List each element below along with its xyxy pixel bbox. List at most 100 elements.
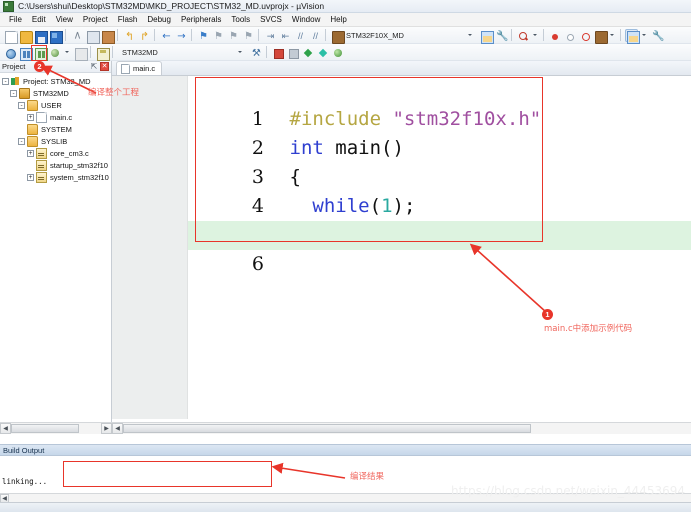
menu-item-help[interactable]: Help bbox=[325, 13, 351, 26]
target-options-toolbar-button[interactable] bbox=[479, 29, 494, 44]
disable-all-breakpoints-button[interactable] bbox=[593, 29, 608, 44]
code-line: 1 #include "stm32f10x.h" bbox=[188, 76, 691, 130]
breakpoint-disabled-icon bbox=[565, 31, 576, 42]
translate-button[interactable] bbox=[3, 46, 16, 59]
comment-button[interactable]: // bbox=[293, 29, 306, 42]
clear-bookmarks-button[interactable]: ⚑ bbox=[241, 29, 254, 42]
expander-toggle[interactable] bbox=[18, 126, 25, 133]
pack-installer-button[interactable] bbox=[286, 46, 299, 59]
expander-toggle[interactable]: - bbox=[18, 137, 25, 145]
tree-item-group-system[interactable]: SYSTEM bbox=[2, 123, 111, 135]
batch-build-button[interactable] bbox=[48, 46, 61, 59]
menu-item-view[interactable]: View bbox=[51, 13, 78, 26]
close-icon[interactable]: ✕ bbox=[100, 62, 109, 71]
window-layout-dropdown[interactable] bbox=[640, 29, 648, 42]
menu-item-flash[interactable]: Flash bbox=[113, 13, 143, 26]
save-all-button[interactable] bbox=[48, 29, 63, 44]
software-packs-icon bbox=[318, 48, 329, 59]
toolbar-separator bbox=[65, 29, 66, 41]
undo-button[interactable]: ↰ bbox=[122, 29, 135, 42]
kill-breakpoints-button[interactable] bbox=[578, 29, 591, 42]
manage-project-items-button[interactable] bbox=[271, 46, 284, 59]
tree-item-file-main-c[interactable]: + main.c bbox=[2, 111, 111, 123]
scroll-thumb[interactable] bbox=[123, 423, 531, 433]
menu-item-svcs[interactable]: SVCS bbox=[255, 13, 287, 26]
scroll-right-arrow[interactable]: ▶ bbox=[101, 422, 112, 434]
tab-main-c[interactable]: main.c bbox=[116, 61, 163, 75]
scroll-track[interactable] bbox=[11, 422, 101, 434]
configure-button[interactable]: 🔧 bbox=[494, 29, 508, 42]
c-source-icon bbox=[36, 159, 47, 171]
start-debug-button[interactable] bbox=[516, 29, 529, 42]
tree-item-group-syslib[interactable]: - SYSLIB bbox=[2, 135, 111, 147]
tree-item-file-startup-stm32f10[interactable]: startup_stm32f10 bbox=[2, 159, 111, 171]
bookmark-clear-icon: ⚑ bbox=[244, 30, 253, 42]
rebuild-all-button[interactable] bbox=[33, 46, 48, 61]
debug-dropdown[interactable] bbox=[531, 29, 539, 42]
copy-icon bbox=[87, 30, 100, 44]
editor-hscrollbar[interactable]: ◀ bbox=[112, 422, 691, 434]
pack-installer-icon bbox=[288, 48, 299, 59]
pin-icon[interactable]: ⇱ bbox=[90, 62, 98, 71]
customize-toolbar-button[interactable]: 🔧 bbox=[650, 29, 664, 42]
tree-item-group-user[interactable]: - USER bbox=[2, 99, 111, 111]
scroll-track[interactable] bbox=[123, 422, 691, 434]
annotation-label-sample-code: main.c中添加示例代码 bbox=[544, 324, 633, 334]
expander-toggle[interactable] bbox=[27, 162, 34, 169]
scroll-thumb[interactable] bbox=[11, 423, 79, 433]
expander-toggle[interactable]: - bbox=[10, 89, 17, 97]
new-file-button[interactable] bbox=[3, 29, 18, 44]
build-target-combo-dropdown[interactable] bbox=[234, 46, 247, 59]
menu-item-project[interactable]: Project bbox=[78, 13, 113, 26]
menu-item-window[interactable]: Window bbox=[287, 13, 325, 26]
disable-breakpoint-button[interactable] bbox=[563, 29, 576, 42]
expander-toggle[interactable]: + bbox=[27, 173, 34, 181]
stop-build-button[interactable] bbox=[73, 46, 88, 61]
tree-item-file-system-stm32f10[interactable]: + system_stm32f10 bbox=[2, 171, 111, 183]
insert-bookmark-button[interactable]: ⚑ bbox=[196, 29, 209, 42]
menu-item-edit[interactable]: Edit bbox=[27, 13, 51, 26]
prev-bookmark-button[interactable]: ⚑ bbox=[211, 29, 224, 42]
menu-item-tools[interactable]: Tools bbox=[226, 13, 255, 26]
target-selector-icon-button[interactable] bbox=[330, 29, 345, 44]
save-button[interactable] bbox=[33, 29, 48, 44]
navigate-forward-button[interactable]: → bbox=[174, 29, 187, 42]
breakpoints-dropdown[interactable] bbox=[608, 29, 616, 42]
redo-button[interactable]: ↱ bbox=[137, 29, 150, 42]
tree-item-file-core-cm3[interactable]: + core_cm3.c bbox=[2, 147, 111, 159]
next-bookmark-button[interactable]: ⚑ bbox=[226, 29, 239, 42]
navigate-back-button[interactable]: ← bbox=[159, 29, 172, 42]
manage-run-time-button[interactable] bbox=[301, 46, 314, 59]
target-icon bbox=[19, 87, 30, 99]
scroll-left-arrow[interactable]: ◀ bbox=[0, 422, 11, 434]
code-editor[interactable]: 1 #include "stm32f10x.h" 2 int main() 3{ 4… bbox=[112, 76, 691, 419]
paste-button[interactable] bbox=[100, 29, 115, 44]
scroll-left-arrow[interactable]: ◀ bbox=[112, 422, 123, 434]
expander-toggle[interactable]: - bbox=[2, 77, 9, 85]
indent-button[interactable]: ⇥ bbox=[263, 29, 276, 42]
project-panel-title: Project bbox=[2, 62, 26, 71]
open-file-button[interactable] bbox=[18, 29, 33, 44]
pack-globe-button[interactable] bbox=[331, 46, 344, 59]
expander-toggle[interactable]: + bbox=[27, 149, 34, 157]
build-button[interactable] bbox=[18, 46, 33, 61]
download-button[interactable] bbox=[95, 46, 110, 61]
select-software-packs-button[interactable] bbox=[316, 46, 329, 59]
copy-button[interactable] bbox=[85, 29, 100, 44]
outdent-button[interactable]: ⇤ bbox=[278, 29, 291, 42]
uncomment-button[interactable]: // bbox=[308, 29, 321, 42]
expander-toggle[interactable]: - bbox=[18, 101, 25, 109]
menu-item-file[interactable]: File bbox=[4, 13, 27, 26]
toolbar-separator bbox=[154, 29, 155, 41]
batch-build-dropdown[interactable] bbox=[63, 46, 71, 59]
window-layout-button[interactable] bbox=[624, 28, 640, 44]
menu-item-debug[interactable]: Debug bbox=[142, 13, 176, 26]
project-panel-hscrollbar[interactable]: ◀ ▶ bbox=[0, 422, 112, 434]
cut-button[interactable] bbox=[70, 29, 83, 42]
insert-breakpoint-button[interactable] bbox=[548, 29, 561, 42]
menu-item-peripherals[interactable]: Peripherals bbox=[176, 13, 226, 26]
window-layout-icon bbox=[626, 30, 640, 44]
expander-toggle[interactable]: + bbox=[27, 113, 34, 121]
target-options-button[interactable]: ⚒ bbox=[249, 46, 262, 59]
target-combo-dropdown[interactable] bbox=[464, 29, 477, 42]
